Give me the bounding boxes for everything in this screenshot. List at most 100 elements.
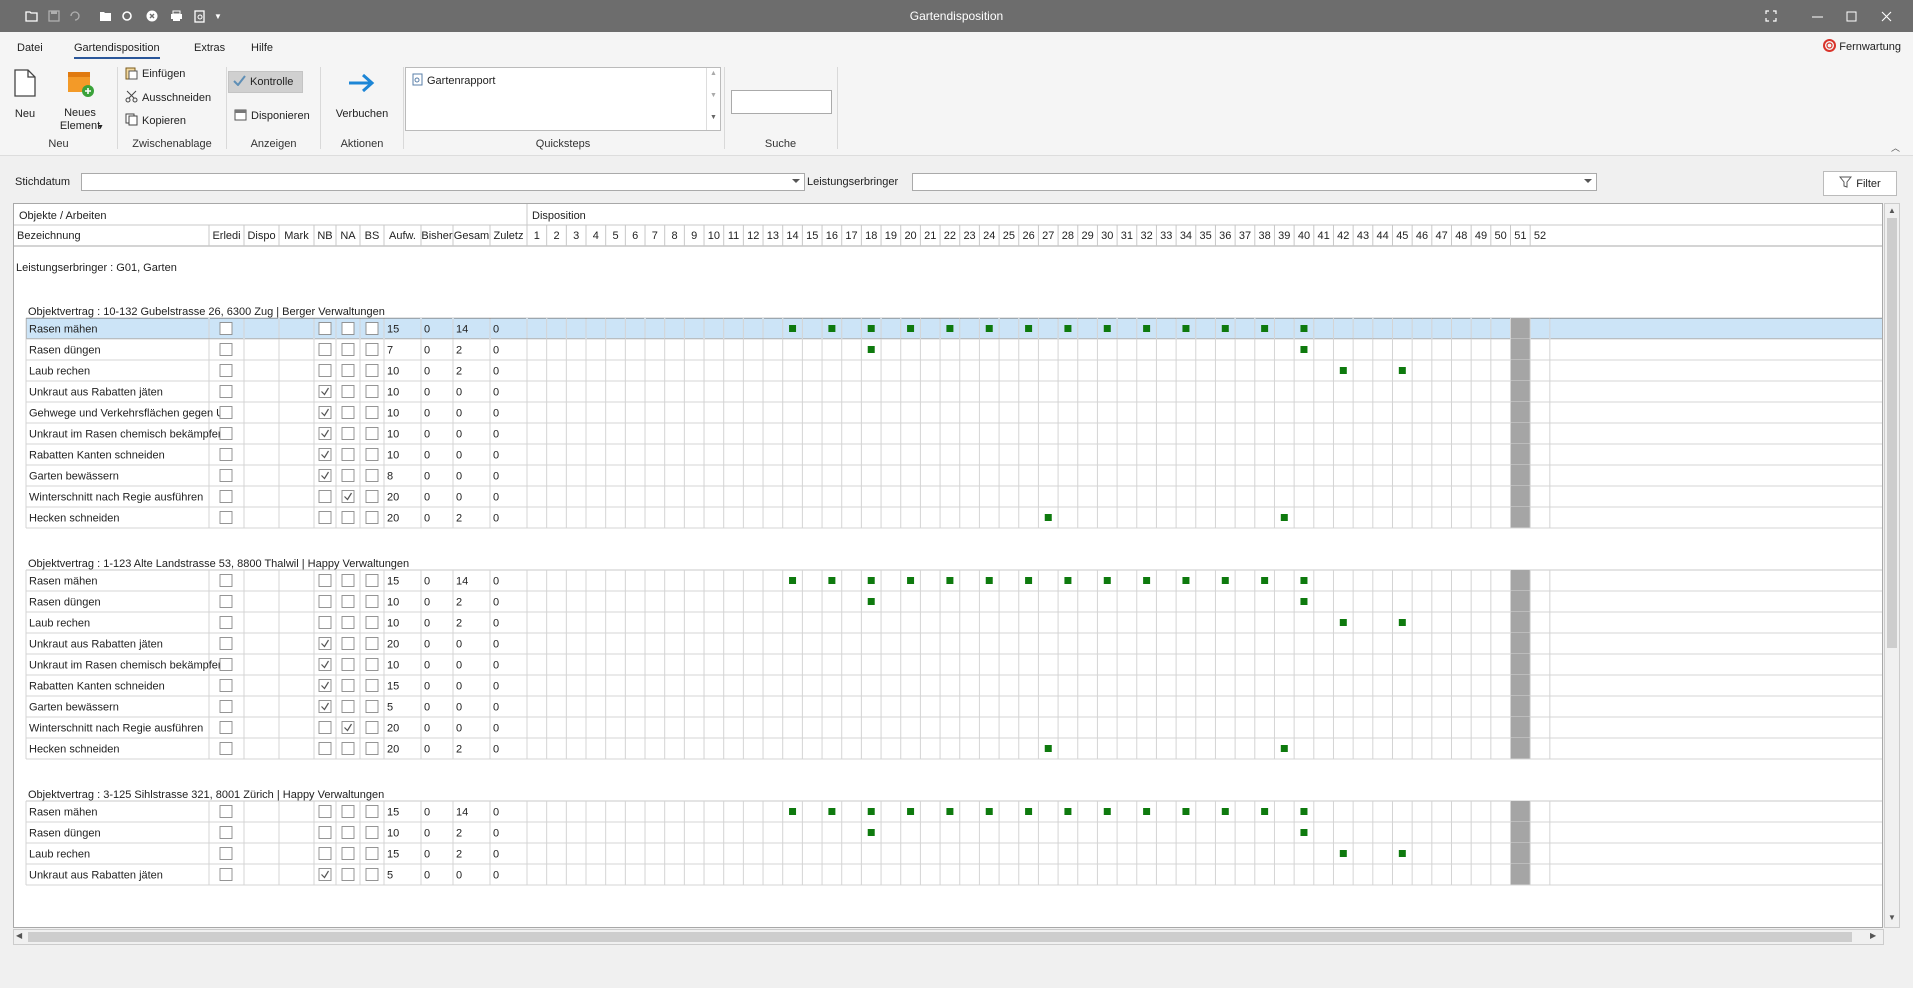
bs-checkbox[interactable] [365, 805, 379, 818]
bs-checkbox[interactable] [365, 679, 379, 692]
schedule-marker-week-32[interactable] [1143, 808, 1151, 815]
bs-checkbox[interactable] [365, 511, 379, 524]
schedule-marker-week-42[interactable] [1339, 850, 1347, 857]
erledigt-checkbox[interactable] [219, 364, 233, 377]
nb-checkbox[interactable] [318, 847, 332, 860]
nb-checkbox[interactable] [318, 490, 332, 503]
nb-checkbox[interactable] [318, 343, 332, 356]
task-name[interactable]: Garten bewässern [29, 471, 119, 483]
erledigt-checkbox[interactable] [219, 490, 233, 503]
na-checkbox[interactable] [341, 406, 355, 419]
schedule-marker-week-27[interactable] [1044, 745, 1052, 752]
column-header-8[interactable]: Bisher [421, 230, 453, 242]
nb-checkbox[interactable] [318, 637, 332, 650]
copy-button[interactable]: Kopieren [125, 112, 186, 130]
schedule-marker-week-18[interactable] [867, 598, 875, 605]
schedule-marker-week-18[interactable] [867, 325, 875, 332]
schedule-marker-week-40[interactable] [1300, 346, 1308, 353]
na-checkbox[interactable] [341, 595, 355, 608]
column-header-3[interactable]: Mark [284, 230, 309, 242]
column-header-0[interactable]: Bezeichnung [17, 230, 81, 242]
schedule-marker-week-16[interactable] [828, 577, 836, 584]
schedule-marker-week-30[interactable] [1103, 325, 1111, 332]
task-name[interactable]: Rasen düngen [29, 828, 101, 840]
schedule-marker-week-14[interactable] [789, 577, 797, 584]
na-checkbox[interactable] [341, 658, 355, 671]
cut-button[interactable]: Ausschneiden [125, 89, 211, 107]
schedule-marker-week-20[interactable] [907, 577, 915, 584]
schedule-marker-week-28[interactable] [1064, 577, 1072, 584]
schedule-marker-week-36[interactable] [1221, 577, 1229, 584]
bs-checkbox[interactable] [365, 616, 379, 629]
schedule-marker-week-18[interactable] [867, 829, 875, 836]
task-name[interactable]: Unkraut aus Rabatten jäten [29, 639, 163, 651]
na-checkbox[interactable] [341, 343, 355, 356]
nb-checkbox[interactable] [318, 658, 332, 671]
na-checkbox[interactable] [341, 616, 355, 629]
filter-button[interactable]: Filter [1823, 171, 1897, 196]
na-checkbox[interactable] [341, 721, 355, 734]
scroll-right-icon[interactable]: ▶ [1870, 931, 1876, 940]
erledigt-checkbox[interactable] [219, 322, 233, 335]
bs-checkbox[interactable] [365, 595, 379, 608]
na-checkbox[interactable] [341, 385, 355, 398]
erledigt-checkbox[interactable] [219, 679, 233, 692]
na-checkbox[interactable] [341, 868, 355, 881]
scroll-left-icon[interactable]: ◀ [16, 931, 22, 940]
minimize-icon[interactable] [1808, 7, 1826, 25]
na-checkbox[interactable] [341, 469, 355, 482]
schedule-marker-week-22[interactable] [946, 577, 954, 584]
erledigt-checkbox[interactable] [219, 868, 233, 881]
column-header-6[interactable]: BS [365, 230, 380, 242]
schedule-marker-week-32[interactable] [1143, 577, 1151, 584]
task-name[interactable]: Rasen mähen [29, 807, 98, 819]
schedule-marker-week-28[interactable] [1064, 808, 1072, 815]
bs-checkbox[interactable] [365, 868, 379, 881]
schedule-marker-week-38[interactable] [1261, 577, 1269, 584]
erledigt-checkbox[interactable] [219, 469, 233, 482]
schedule-marker-week-39[interactable] [1280, 514, 1288, 521]
schedule-marker-week-22[interactable] [946, 808, 954, 815]
na-checkbox[interactable] [341, 364, 355, 377]
maximize-icon[interactable] [1842, 7, 1860, 25]
bs-checkbox[interactable] [365, 826, 379, 839]
schedule-marker-week-18[interactable] [867, 346, 875, 353]
na-checkbox[interactable] [341, 805, 355, 818]
task-name[interactable]: Winterschnitt nach Regie ausführen [29, 492, 203, 504]
nb-checkbox[interactable] [318, 406, 332, 419]
nb-checkbox[interactable] [318, 364, 332, 377]
bs-checkbox[interactable] [365, 637, 379, 650]
erledigt-checkbox[interactable] [219, 742, 233, 755]
nb-checkbox[interactable] [318, 448, 332, 461]
task-name[interactable]: Laub rechen [29, 366, 90, 378]
schedule-marker-week-26[interactable] [1025, 577, 1033, 584]
schedule-marker-week-34[interactable] [1182, 577, 1190, 584]
quicksteps-gallery[interactable]: Gartenrapport ▲ ▼ ▼ [405, 67, 721, 131]
bs-checkbox[interactable] [365, 343, 379, 356]
erledigt-checkbox[interactable] [219, 847, 233, 860]
na-checkbox[interactable] [341, 742, 355, 755]
schedule-marker-week-16[interactable] [828, 325, 836, 332]
schedule-marker-week-24[interactable] [985, 577, 993, 584]
quickstep-item[interactable]: Gartenrapport [412, 73, 495, 89]
bs-checkbox[interactable] [365, 406, 379, 419]
nb-checkbox[interactable] [318, 679, 332, 692]
nb-checkbox[interactable] [318, 826, 332, 839]
task-name[interactable]: Hecken schneiden [29, 744, 120, 756]
schedule-marker-week-36[interactable] [1221, 325, 1229, 332]
na-checkbox[interactable] [341, 847, 355, 860]
schedule-marker-week-26[interactable] [1025, 808, 1033, 815]
erledigt-checkbox[interactable] [219, 511, 233, 524]
task-name[interactable]: Rasen mähen [29, 324, 98, 336]
na-checkbox[interactable] [341, 574, 355, 587]
bs-checkbox[interactable] [365, 490, 379, 503]
schedule-marker-week-40[interactable] [1300, 829, 1308, 836]
schedule-marker-week-32[interactable] [1143, 325, 1151, 332]
erledigt-checkbox[interactable] [219, 616, 233, 629]
column-header-10[interactable]: Zuletz [494, 230, 524, 242]
nb-checkbox[interactable] [318, 721, 332, 734]
bs-checkbox[interactable] [365, 847, 379, 860]
column-header-5[interactable]: NA [340, 230, 356, 242]
bs-checkbox[interactable] [365, 385, 379, 398]
new-element-button[interactable]: Neues Element [58, 69, 102, 133]
